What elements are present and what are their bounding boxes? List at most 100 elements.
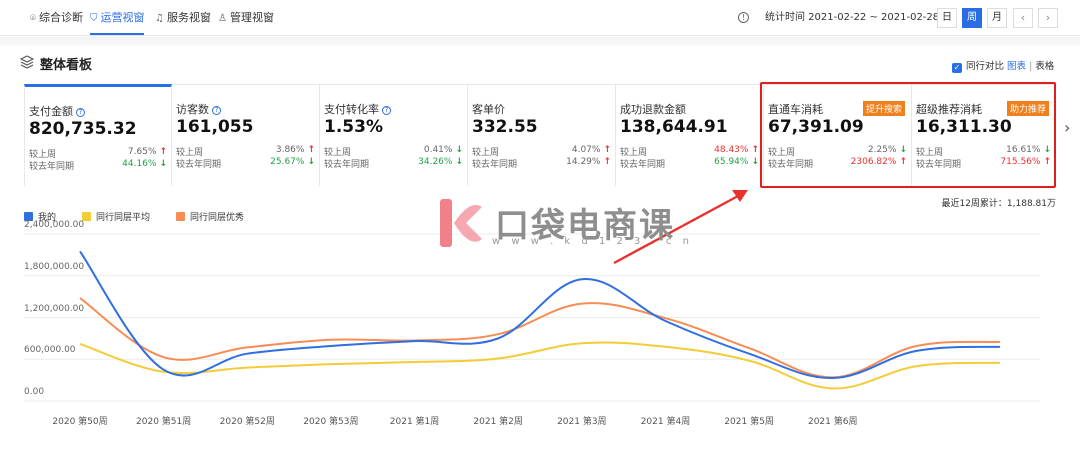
arrow-up-icon: ↑ <box>307 145 315 155</box>
compare-label: 较去年同期 <box>620 160 666 170</box>
y-tick-label: 1,200,000.00 <box>24 303 85 314</box>
x-tick-label: 2021 第6周 <box>807 417 858 427</box>
headset-icon: ♫ <box>155 13 164 24</box>
compare-number: 25.67% <box>270 157 305 167</box>
arrow-down-icon: ↓ <box>455 145 463 155</box>
help-icon[interactable]: ? <box>382 106 391 115</box>
metric-label-text: 支付金额 <box>29 105 73 118</box>
compare-value: 44.16% ↓ <box>122 159 167 169</box>
watermark-url: w w w . k d 1 2 3 . c n <box>492 236 693 247</box>
metric-card[interactable]: 客单价 332.55 较上周 4.07% ↑ 较去年同期 14.29% ↑ <box>468 84 616 186</box>
tab-management[interactable]: ♙ 管理视窗 <box>218 0 274 36</box>
metric-value: 138,644.91 <box>620 117 728 137</box>
help-icon[interactable]: ? <box>76 108 85 117</box>
compare-number: 34.26% <box>418 157 453 167</box>
compare-number: 0.41% <box>423 145 453 155</box>
metric-label-text: 访客数 <box>176 103 209 116</box>
legend-swatch <box>176 212 185 221</box>
x-tick-label: 2020 第53周 <box>303 417 359 427</box>
help-icon[interactable]: ? <box>212 106 221 115</box>
divider-band <box>0 37 1080 46</box>
compare-number: 44.16% <box>122 159 157 169</box>
x-tick-label: 2021 第1周 <box>389 417 440 427</box>
x-tick-label: 2021 第4周 <box>640 417 691 427</box>
metric-label-text: 支付转化率 <box>324 103 379 116</box>
compare-value: 34.26% ↓ <box>418 157 463 167</box>
metric-label: 成功退款金额 <box>620 101 686 117</box>
metric-card[interactable]: 支付转化率? 1.53% 较上周 0.41% ↓ 较去年同期 34.26% ↓ <box>320 84 468 186</box>
series-line-1 <box>79 341 1001 390</box>
compare-toggle: ✓ 同行对比 图表 | 表格 <box>952 58 1054 73</box>
x-tick-label: 2021 第2周 <box>473 417 523 427</box>
x-tick-label: 2020 第52周 <box>219 417 275 427</box>
date-range-label: 统计时间 2021-02-22 ~ 2021-02-28 <box>765 12 940 23</box>
location-pin-icon: ⌾ <box>30 13 36 24</box>
arrow-up-icon: ↑ <box>603 157 611 167</box>
tab-diagnosis[interactable]: ⌾ 综合诊断 <box>30 0 83 36</box>
series-line-0 <box>79 250 1001 380</box>
compare-checkbox[interactable]: ✓ <box>952 63 962 73</box>
chart-view-link[interactable]: 图表 <box>1007 61 1026 72</box>
top-nav-bar: ⌾ 综合诊断 ⛉ 运营视窗 ♫ 服务视窗 ♙ 管理视窗 ! 统计时间 2021-02-2… <box>0 0 1080 36</box>
tab-service[interactable]: ♫ 服务视窗 <box>155 0 211 36</box>
compare-value: 3.86% ↑ <box>276 145 315 155</box>
legend-item[interactable]: 同行同层优秀 <box>176 210 244 223</box>
period-day-button[interactable]: 日 <box>937 8 957 28</box>
period-week-button[interactable]: 周 <box>962 8 982 28</box>
compare-label: 同行对比 <box>966 61 1005 72</box>
total-label: 最近12周累计：1,188.81万 <box>941 199 1056 209</box>
x-tick-label: 2020 第51周 <box>136 417 192 427</box>
compare-label: 较去年同期 <box>176 160 222 170</box>
highlight-annotation-box <box>760 82 1056 188</box>
metric-card[interactable]: 访客数? 161,055 较上周 3.86% ↑ 较去年同期 25.67% ↓ <box>172 84 320 186</box>
layers-icon <box>20 55 34 69</box>
series-line-2 <box>79 297 1001 379</box>
panel-title: 整体看板 <box>40 58 93 73</box>
table-view-link[interactable]: 表格 <box>1035 61 1054 72</box>
arrow-down-icon: ↓ <box>159 159 167 169</box>
compare-number: 48.43% <box>714 145 749 155</box>
compare-number: 65.94% <box>714 157 749 167</box>
metric-label-text: 客单价 <box>472 103 505 116</box>
compare-number: 7.65% <box>127 147 157 157</box>
watermark-logo <box>440 199 482 247</box>
metric-value: 820,735.32 <box>29 119 137 139</box>
y-tick-label: 600,000.00 <box>24 345 76 356</box>
compare-value: 4.07% ↑ <box>572 145 611 155</box>
arrow-down-icon: ↓ <box>751 157 759 167</box>
x-tick-label: 2021 第3周 <box>557 417 607 427</box>
legend-label: 同行同层优秀 <box>190 213 245 223</box>
compare-value: 7.65% ↑ <box>128 147 167 157</box>
next-cards-button[interactable]: › <box>1064 118 1070 137</box>
compare-number: 3.86% <box>275 145 305 155</box>
metric-label: 客单价 <box>472 101 505 117</box>
y-tick-label: 0.00 <box>24 387 45 397</box>
annotation-arrowhead <box>732 190 748 202</box>
arrow-up-icon: ↑ <box>603 145 611 155</box>
y-tick-label: 2,400,000.00 <box>24 220 85 230</box>
compare-value: 0.41% ↓ <box>424 145 463 155</box>
prev-period-button[interactable]: ‹ <box>1013 8 1033 28</box>
active-tab-indicator <box>90 33 144 35</box>
legend-item[interactable]: 同行同层平均 <box>82 210 150 223</box>
arrow-up-icon: ↑ <box>159 147 167 157</box>
compare-value: 48.43% ↑ <box>714 145 759 155</box>
info-icon[interactable]: ! <box>738 12 749 23</box>
compare-number: 14.29% <box>566 157 601 167</box>
user-icon: ♙ <box>218 13 227 24</box>
next-period-button[interactable]: › <box>1038 8 1058 28</box>
metric-label: 支付转化率? <box>324 101 391 117</box>
compare-label: 较去年同期 <box>324 160 370 170</box>
metric-card[interactable]: 成功退款金额 138,644.91 较上周 48.43% ↑ 较去年同期 65.94% ↓ <box>616 84 764 186</box>
tab-label: 服务视窗 <box>166 11 211 24</box>
tab-label: 综合诊断 <box>39 11 83 24</box>
metric-card[interactable]: 支付金额? 820,735.32 较上周 7.65% ↑ 较去年同期 44.16% ↓ <box>24 84 172 186</box>
compare-value: 65.94% ↓ <box>714 157 759 167</box>
period-month-button[interactable]: 月 <box>987 8 1007 28</box>
tab-operations[interactable]: ⛉ 运营视窗 <box>90 0 145 36</box>
y-tick-label: 1,800,000.00 <box>24 261 85 272</box>
compare-number: 4.07% <box>571 145 601 155</box>
x-tick-label: 2020 第50周 <box>52 417 108 427</box>
metric-label: 访客数? <box>176 101 221 117</box>
arrow-down-icon: ↓ <box>455 157 463 167</box>
